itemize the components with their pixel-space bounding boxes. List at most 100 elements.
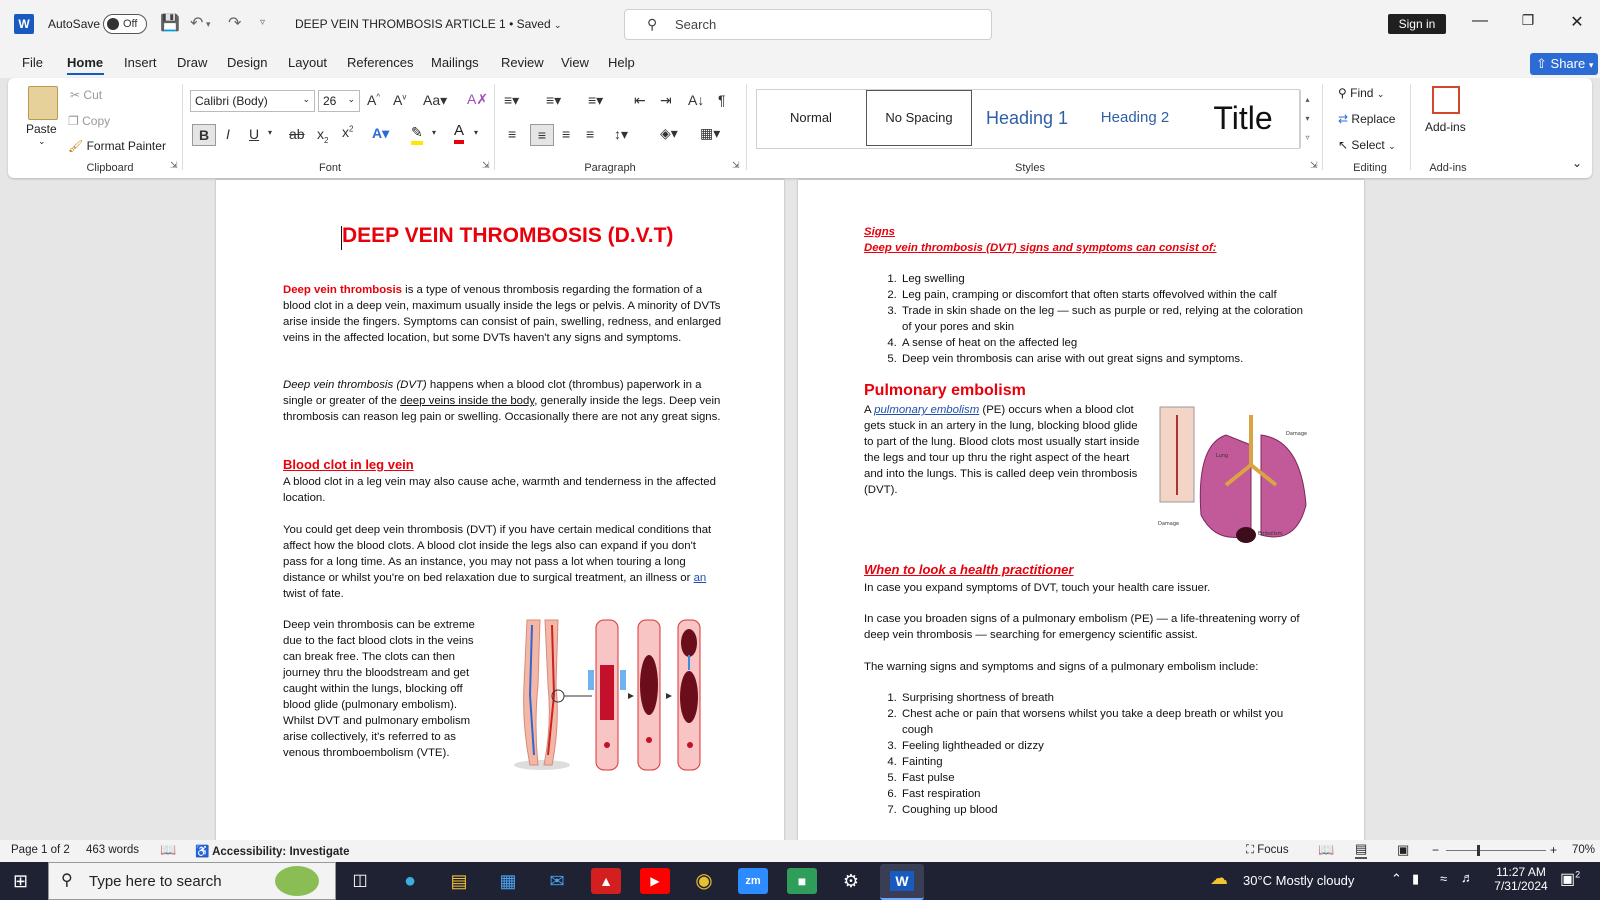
heading-blood-clot[interactable]: Blood clot in leg vein [283,457,414,472]
wifi-icon[interactable]: ≈ [1440,871,1447,886]
share-button[interactable]: ⇧ Share ▾ [1530,53,1598,75]
bullets-icon[interactable]: ≡▾ [504,92,519,109]
align-center-icon[interactable]: ≡ [530,124,554,146]
word-count[interactable]: 463 words [86,844,139,856]
paragraph-when-1[interactable]: In case you expand symptoms of DVT, touc… [864,580,1314,596]
redo-icon[interactable]: ↷ [228,13,241,33]
select-button[interactable]: ↖ Select ⌄ [1338,138,1396,152]
signs-list-item[interactable]: Deep vein thrombosis can arise with out … [900,351,1304,367]
menu-file[interactable]: File [22,55,43,70]
show-formatting-icon[interactable]: ¶ [718,92,726,108]
zoom-out-icon[interactable]: − [1432,843,1439,857]
italic-icon[interactable]: I [226,126,230,142]
menu-mailings[interactable]: Mailings [431,55,479,70]
vein-illustration-image[interactable] [512,615,712,775]
chevron-up-icon[interactable]: ⌃ [1391,871,1402,887]
menu-home[interactable]: Home [67,55,103,70]
paragraph-dvt[interactable]: Deep vein thrombosis (DVT) happens when … [283,377,723,425]
undo-dropdown-icon[interactable]: ▾ [206,19,211,30]
menu-view[interactable]: View [561,55,589,70]
highlight-icon[interactable]: ✎ [411,124,423,145]
weather-text[interactable]: 30°C Mostly cloudy [1243,873,1354,888]
cut-button[interactable]: ✂ Cut [70,88,102,102]
clock[interactable]: 11:27 AM 7/31/2024 [1489,865,1553,893]
signs-subheading[interactable]: Deep vein thrombosis (DVT) signs and sym… [864,240,1217,256]
zoom-in-icon[interactable]: + [1550,843,1557,857]
subscript-icon[interactable]: x2 [317,126,328,145]
menu-help[interactable]: Help [608,55,635,70]
justify-icon[interactable]: ≡ [586,126,594,142]
weather-icon[interactable]: ☁ [1210,868,1228,889]
paragraph-vte[interactable]: Deep vein thrombosis can be extreme due … [283,617,491,761]
paragraph-when-3[interactable]: The warning signs and symptoms and signs… [864,659,1314,675]
mail-icon[interactable]: ✉ [542,868,572,894]
increase-indent-icon[interactable]: ⇥ [660,92,672,109]
file-explorer-icon[interactable]: ▤ [444,868,474,894]
volume-icon[interactable]: ♬ [1461,870,1474,885]
document-heading[interactable]: DEEP VEIN THROMBOSIS (D.V.T) [342,224,673,248]
proofing-icon[interactable]: 📖 [160,842,176,858]
an-link[interactable]: an [694,572,707,584]
clear-formatting-icon[interactable]: A✗ [467,91,488,108]
taskbar-search[interactable]: ⚲ Type here to search [48,862,336,900]
text-effects-icon[interactable]: A▾ [372,125,389,142]
line-spacing-icon[interactable]: ↕▾ [614,126,628,143]
borders-icon[interactable]: ▦▾ [700,125,720,142]
pulmonary-embolism-link[interactable]: pulmonary embolism [874,404,979,416]
zoom-app-icon[interactable]: zm [738,868,768,894]
customize-toolbar-icon[interactable]: ▿ [260,17,265,28]
signs-list-item[interactable]: Trade in skin shade on the leg — such as… [900,303,1304,335]
font-color-icon[interactable]: A [454,122,465,144]
pe-signs-list[interactable]: Surprising shortness of breathChest ache… [864,690,1314,818]
shrink-font-icon[interactable]: Av [393,92,406,108]
word-taskbar-icon[interactable]: W [880,864,924,900]
menu-insert[interactable]: Insert [124,55,157,70]
bold-icon[interactable]: B [192,124,216,146]
document-title[interactable]: DEEP VEIN THROMBOSIS ARTICLE 1 • Saved ⌄ [295,17,562,31]
pe-signs-list-item[interactable]: Fast respiration [900,786,1314,802]
replace-button[interactable]: ⇄ Replace [1338,112,1395,126]
paste-icon[interactable] [28,86,58,120]
undo-icon[interactable]: ↶ [190,13,203,33]
read-mode-icon[interactable]: 📖 [1318,842,1334,858]
copy-button[interactable]: ❐ Copy [68,114,110,128]
paragraph-when-2[interactable]: In case you broaden signs of a pulmonary… [864,611,1314,643]
numbering-icon[interactable]: ≡▾ [546,92,561,109]
signs-list-item[interactable]: Leg swelling [900,271,1304,287]
styles-scroll[interactable]: ▴ ▾ ▿ [1300,90,1314,148]
menu-draw[interactable]: Draw [177,55,207,70]
restore-icon[interactable]: ❐ [1513,12,1543,29]
align-right-icon[interactable]: ≡ [562,126,570,142]
pe-signs-list-item[interactable]: Fainting [900,754,1314,770]
store-icon[interactable]: ▦ [493,868,523,894]
menu-design[interactable]: Design [227,55,267,70]
grow-font-icon[interactable]: A^ [367,92,380,108]
style-normal[interactable]: Normal [758,90,864,146]
task-view-icon[interactable]: ◫ [345,868,375,894]
lungs-illustration-image[interactable]: Damage Damage Embolism Lung [1156,405,1311,565]
change-case-icon[interactable]: Aa▾ [423,92,447,109]
signs-list[interactable]: Leg swellingLeg pain, cramping or discom… [864,271,1304,367]
paragraph-pe[interactable]: A pulmonary embolism (PE) occurs when a … [864,402,1148,498]
paragraph-intro[interactable]: Deep vein thrombosis is a type of venous… [283,282,723,346]
menu-references[interactable]: References [347,55,413,70]
pe-signs-list-item[interactable]: Chest ache or pain that worsens whilst y… [900,706,1314,738]
underline-dropdown-icon[interactable]: ▾ [268,128,272,137]
find-button[interactable]: ⚲ Find ⌄ [1338,86,1384,100]
style-no-spacing[interactable]: No Spacing [866,90,972,146]
settings-gear-icon[interactable]: ⚙ [836,868,866,894]
dialog-launcher-icon[interactable]: ⇲ [482,160,490,171]
collapse-ribbon-icon[interactable]: ⌄ [1572,156,1582,170]
accessibility-status[interactable]: ♿ Accessibility: Investigate [195,844,350,858]
add-ins-icon[interactable] [1432,86,1460,114]
dialog-launcher-icon[interactable]: ⇲ [1310,160,1318,171]
search-box[interactable]: ⚲ Search [624,9,992,40]
notifications-icon[interactable]: ▣2 [1560,869,1580,889]
heading-when-to-look[interactable]: When to look a health practitioner [864,562,1073,578]
close-icon[interactable]: ✕ [1562,12,1592,32]
minimize-icon[interactable]: — [1465,12,1495,30]
paragraph-clot[interactable]: A blood clot in a leg vein may also caus… [283,474,723,506]
chrome-icon[interactable]: ◉ [689,868,719,894]
web-layout-icon[interactable]: ▣ [1397,842,1409,858]
decrease-indent-icon[interactable]: ⇤ [634,92,646,109]
